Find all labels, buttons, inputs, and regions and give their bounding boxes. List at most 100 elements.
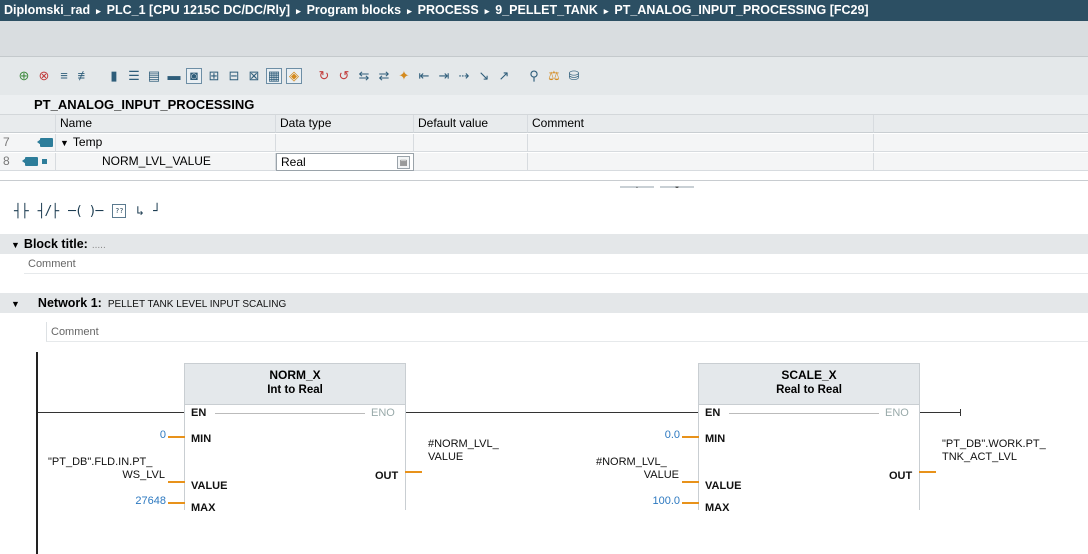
compare-values-icon[interactable]: ⚖	[546, 68, 562, 84]
network-header[interactable]: ▼ Network 1: PELLET TANK LEVEL INPUT SCALI…	[0, 293, 1088, 313]
ladder-favorites-bar: ┤├ ┤/├ ─( )─ ?? ↳ ┘	[0, 188, 1088, 234]
monitor-icon[interactable]: ⊠	[246, 68, 262, 84]
data-type-field[interactable]: Real	[281, 155, 306, 169]
operand-wire	[682, 436, 699, 438]
data-type-dropdown-icon[interactable]: ▤	[397, 156, 410, 169]
norm-x-out-operand[interactable]: #NORM_LVL_ VALUE	[428, 438, 518, 464]
column-header-data-type[interactable]: Data type	[276, 115, 414, 133]
block-title-label: Block title:	[23, 237, 88, 251]
network-comment[interactable]: Comment	[46, 322, 1088, 342]
default-value-cell[interactable]	[414, 153, 528, 171]
indent-icon[interactable]: ⇢	[456, 68, 472, 84]
delete-row-icon[interactable]: ⊗	[36, 68, 52, 84]
favorites-icon[interactable]: ⊞	[206, 68, 222, 84]
block-comment[interactable]: Comment	[24, 254, 1088, 274]
collapse-triangle-icon[interactable]: ▼	[60, 138, 69, 148]
breadcrumb-separator-icon: ▸	[407, 6, 412, 16]
step-into-icon[interactable]: ↘	[476, 68, 492, 84]
norm-x-max-operand[interactable]: 27648	[110, 495, 166, 508]
tag-info-icon[interactable]: ↻	[316, 68, 332, 84]
operand-wire	[682, 502, 699, 504]
scale-x-out-operand[interactable]: "PT_DB".WORK.PT_ TNK_ACT_LVL	[942, 438, 1072, 464]
goto-next-error-icon[interactable]: ⇆	[356, 68, 372, 84]
operand-wire	[682, 481, 699, 483]
comment-cell[interactable]	[528, 153, 874, 171]
block-editor-toolbar: ⊕ ⊗ ≡ ≢ ▮ ☰ ▤ ▬ ◙ ⊞ ⊟ ⊠ ▦ ◈ ↻ ↺ ⇆ ⇄ ✦ ⇤ …	[0, 57, 1088, 95]
breadcrumb-item[interactable]: 9_PELLET_TANK	[495, 3, 598, 17]
table-row[interactable]: 7 ▼ Temp	[0, 134, 1088, 152]
table-row[interactable]: 8 NORM_LVL_VALUE Real ▤	[0, 153, 1088, 171]
block-title-placeholder[interactable]: .....	[92, 240, 106, 251]
step-out-icon[interactable]: ↗	[496, 68, 512, 84]
norm-x-output-type[interactable]: Real	[299, 384, 323, 396]
block-title-header[interactable]: ▼ Block title:.....	[0, 234, 1088, 254]
empty-box-icon[interactable]: ??	[112, 204, 127, 218]
norm-x-box[interactable]: NORM_X Int to Real EN ENO MIN VALUE MAX …	[184, 363, 406, 514]
compare-icon[interactable]: ⇄	[376, 68, 392, 84]
variable-name[interactable]: NORM_LVL_VALUE	[56, 153, 276, 171]
comment-toggle-icon[interactable]: ▬	[166, 68, 182, 84]
scale-x-max-operand[interactable]: 100.0	[620, 495, 680, 508]
norm-x-min-operand[interactable]: 0	[140, 429, 166, 442]
column-header-name[interactable]: Name	[56, 115, 276, 133]
program-status-icon[interactable]: ⊟	[226, 68, 242, 84]
pin-en: EN	[191, 407, 207, 419]
scale-x-value-operand[interactable]: #NORM_LVL_ VALUE	[596, 456, 679, 482]
normally-closed-contact-icon[interactable]: ┤/├	[38, 204, 60, 219]
coil-icon[interactable]: ─( )─	[68, 204, 103, 219]
breadcrumb-item[interactable]: Program blocks	[307, 3, 401, 17]
scale-x-title: SCALE_X	[781, 368, 837, 382]
network-title[interactable]: PELLET TANK LEVEL INPUT SCALING	[108, 299, 286, 310]
comments-visible-icon[interactable]: ◙	[186, 68, 202, 84]
network-collapse-icon[interactable]: ☰	[126, 68, 142, 84]
ladder-network-diagram: NORM_X Int to Real EN ENO MIN VALUE MAX …	[0, 352, 1088, 554]
row-number: 8	[0, 153, 20, 171]
watch-icon[interactable]: ▦	[266, 68, 282, 84]
pin-max: MAX	[191, 502, 216, 514]
pin-value: VALUE	[705, 480, 742, 492]
breadcrumb-separator-icon: ▸	[603, 6, 609, 16]
operand-wire	[919, 471, 936, 473]
download-icon[interactable]: ⇤	[416, 68, 432, 84]
scale-x-box[interactable]: SCALE_X Real to Real EN ENO MIN VALUE MA…	[698, 363, 920, 514]
breadcrumb-item[interactable]: Diplomski_rad	[4, 3, 90, 17]
settings-icon[interactable]: ✦	[396, 68, 412, 84]
symbol-info-icon[interactable]: ◈	[286, 68, 302, 84]
operand-wire	[405, 471, 422, 473]
norm-x-input-type[interactable]: Int	[267, 384, 281, 396]
insert-network-icon[interactable]: ≡	[56, 68, 72, 84]
power-flow-wire	[920, 412, 960, 413]
row-number: 7	[0, 134, 20, 152]
breadcrumb-item[interactable]: PROCESS	[418, 3, 479, 17]
breadcrumb-item[interactable]: PLC_1 [CPU 1215C DC/DC/Rly]	[107, 3, 290, 17]
block-interface-title: PT_ANALOG_INPUT_PROCESSING	[0, 95, 1088, 115]
insert-row-icon[interactable]: ⊕	[16, 68, 32, 84]
power-rail	[36, 352, 38, 554]
scale-x-output-type[interactable]: Real	[818, 384, 842, 396]
open-branch-icon[interactable]: ↳	[136, 204, 144, 219]
breadcrumb-separator-icon: ▸	[296, 6, 301, 16]
column-header-comment[interactable]: Comment	[528, 115, 874, 133]
collapse-triangle-icon[interactable]: ▼	[11, 240, 20, 250]
scale-x-min-operand[interactable]: 0.0	[636, 429, 680, 442]
scale-x-input-type[interactable]: Real	[776, 384, 800, 396]
variable-icon	[22, 157, 38, 166]
norm-x-value-operand[interactable]: "PT_DB".FLD.IN.PT_ WS_LVL	[48, 456, 165, 482]
collapse-triangle-icon[interactable]: ▼	[11, 299, 20, 309]
close-branch-icon[interactable]: ┘	[153, 204, 161, 219]
breadcrumb: Diplomski_rad ▸ PLC_1 [CPU 1215C DC/DC/Rly…	[0, 0, 1088, 21]
upload-icon[interactable]: ⇥	[436, 68, 452, 84]
plc-db-icon[interactable]: ⛁	[566, 68, 582, 84]
column-header-default-value[interactable]: Default value	[414, 115, 528, 133]
absolute-operand-icon[interactable]: ▮	[106, 68, 122, 84]
network-expand-icon[interactable]: ▤	[146, 68, 162, 84]
link-icon[interactable]: ⚲	[526, 68, 542, 84]
goto-previous-error-icon[interactable]: ↺	[336, 68, 352, 84]
splitter-buttons: ▲▼	[620, 179, 700, 192]
delete-network-icon[interactable]: ≢	[76, 68, 92, 84]
section-name: Temp	[72, 135, 103, 149]
pin-eno: ENO	[885, 407, 909, 419]
normally-open-contact-icon[interactable]: ┤├	[14, 204, 29, 219]
power-flow-wire	[38, 412, 184, 413]
wire-end-marker	[960, 409, 961, 416]
